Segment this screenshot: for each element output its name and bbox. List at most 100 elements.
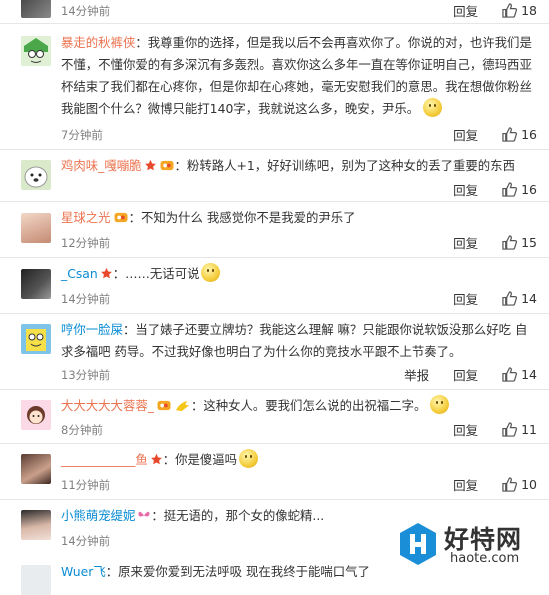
thumbs-up-icon: [502, 3, 518, 18]
comment-username[interactable]: _Csan: [61, 266, 98, 281]
thumbs-up-icon: [502, 367, 518, 382]
comment-item: 哼你一脸屎：当了婊子还要立牌坊？我能这么理解 嘛？只能跟你说软饭没那么好吃 自求…: [0, 314, 549, 390]
star-badge-icon: [100, 267, 112, 279]
avatar[interactable]: [21, 160, 51, 190]
comment-text: ：不知为什么 我感觉你不是我爱的尹乐了: [128, 210, 356, 225]
comment-time: 11分钟前: [61, 478, 111, 492]
reply-button[interactable]: 回复: [453, 233, 478, 252]
like-count: 15: [521, 235, 537, 250]
avatar[interactable]: [21, 269, 51, 299]
thumbs-up-icon: [502, 291, 518, 306]
comment-username[interactable]: Wuer飞: [61, 564, 106, 579]
thumbs-up-icon: [502, 235, 518, 250]
thumbs-up-icon: [502, 182, 518, 197]
avatar[interactable]: [21, 400, 51, 430]
comment-time: 14分钟前: [61, 4, 111, 18]
comment-item: 星球之光 ：不知为什么 我感觉你不是我爱的尹乐了 12分钟前 回复 15: [0, 202, 549, 258]
comment-username[interactable]: 鸡肉味_嘎嘣脆: [61, 158, 142, 173]
reply-button[interactable]: 回复: [453, 1, 478, 20]
cartoon-girl-avatar-icon: [21, 400, 51, 430]
cartoon-avatar-icon: [21, 36, 51, 66]
comment-text: ：这种女人。要我们怎么说的出祝福二字。: [190, 398, 427, 413]
comment-time: 12分钟前: [61, 236, 111, 250]
avatar[interactable]: [21, 565, 51, 595]
like-count: 14: [521, 291, 537, 306]
comment-text: ：当了婊子还要立牌坊？我能这么理解 嘛？只能跟你说软饭没那么好吃 自求多福吧 药…: [61, 322, 528, 359]
like-count: 16: [521, 182, 537, 197]
comment-time: 14分钟前: [61, 292, 111, 306]
avatar[interactable]: [21, 0, 51, 18]
comment-time: 14分钟前: [61, 534, 111, 548]
smile-emoji-icon: [423, 98, 443, 117]
smile-emoji-icon: [430, 395, 450, 414]
like-count: 14: [521, 367, 537, 382]
sparkle-badge-icon: [175, 400, 189, 412]
star-badge-icon: [150, 453, 162, 465]
comment-username[interactable]: 星球之光: [61, 210, 111, 225]
thumbs-up-icon: [502, 477, 518, 492]
like-button[interactable]: 11: [502, 422, 537, 437]
comment-username[interactable]: 暴走的秋裤侠: [61, 35, 135, 50]
report-button[interactable]: 举报: [404, 365, 429, 384]
like-button[interactable]: 14: [502, 291, 537, 306]
comment-username[interactable]: 哼你一脸屎: [61, 322, 123, 337]
reply-button[interactable]: 回复: [453, 180, 478, 199]
comment-actions: 回复 16: [429, 180, 537, 199]
smile-emoji-icon: [239, 449, 259, 468]
comment-item: 鸡肉味_嘎嘣脆 ：粉转路人+1，好好训练吧，别为了这种女的丢了重要的东西 回复 1…: [0, 150, 549, 202]
comment-item: ____________鱼 ：你是傻逼吗 11分钟前 回复 10: [0, 444, 549, 500]
thumbs-up-icon: [502, 422, 518, 437]
like-button[interactable]: 16: [502, 182, 537, 197]
thumbs-up-icon: [502, 127, 518, 142]
watermark-site: haote.com: [450, 551, 520, 566]
like-count: 10: [521, 477, 537, 492]
like-button[interactable]: 10: [502, 477, 537, 492]
comment-username[interactable]: ____________鱼: [61, 452, 148, 467]
like-count: 11: [521, 422, 537, 437]
like-button[interactable]: 16: [502, 127, 537, 142]
comment-item: 14分钟前 回复 18: [0, 0, 549, 24]
reply-button[interactable]: 回复: [453, 420, 478, 439]
haote-logo-icon: [400, 523, 436, 565]
comment-text: ：挺无语的，那个女的像蛇精...: [151, 508, 325, 523]
sponge-avatar-icon: [21, 324, 51, 354]
butterfly-badge-icon: [138, 511, 150, 517]
like-count: 16: [521, 127, 537, 142]
comment-item: _Csan ：……无话可说 14分钟前 回复 14: [0, 258, 549, 314]
reply-button[interactable]: 回复: [453, 289, 478, 308]
comment-actions: 举报 回复 14: [380, 365, 537, 384]
comment-actions: 回复 10: [429, 475, 537, 494]
comment-text: ：……无话可说: [112, 266, 200, 281]
avatar[interactable]: [21, 36, 51, 66]
comment-actions: 回复 14: [429, 289, 537, 308]
comment-actions: 回复 11: [429, 420, 537, 439]
comment-time: 8分钟前: [61, 423, 103, 437]
comment-item: 暴走的秋裤侠：我尊重你的选择，但是我以后不会再喜欢你了。你说的对，也许我们是不懂…: [0, 24, 549, 150]
comment-item: 大大大大大蓉蓉_ ：这种女人。要我们怎么说的出祝福二字。 8分钟前 回复 11: [0, 390, 549, 444]
avatar[interactable]: [21, 454, 51, 484]
vip-badge-icon: [114, 212, 128, 223]
like-button[interactable]: 15: [502, 235, 537, 250]
comment-username[interactable]: 大大大大大蓉蓉_: [61, 398, 154, 413]
site-watermark: 好特网 haote.com: [398, 520, 538, 570]
comment-actions: 回复 18: [429, 1, 537, 20]
star-badge-icon: [144, 159, 156, 171]
comment-username[interactable]: 小熊萌宠缇妮: [61, 508, 135, 523]
like-button[interactable]: 18: [502, 3, 537, 18]
vip-badge-icon: [160, 160, 174, 171]
smile-emoji-icon: [201, 263, 221, 282]
reply-button[interactable]: 回复: [453, 125, 478, 144]
comment-actions: 回复 15: [429, 233, 537, 252]
cartoon-dog-avatar-icon: [21, 160, 51, 190]
like-count: 18: [521, 3, 537, 18]
reply-button[interactable]: 回复: [453, 475, 478, 494]
avatar[interactable]: [21, 213, 51, 243]
avatar[interactable]: [21, 324, 51, 354]
avatar[interactable]: [21, 510, 51, 540]
like-button[interactable]: 14: [502, 367, 537, 382]
comment-actions: 回复 16: [429, 125, 537, 144]
comment-text: ：原来爱你爱到无法呼吸 现在我终于能喘口气了: [105, 564, 370, 579]
comment-text: ：粉转路人+1，好好训练吧，别为了这种女的丢了重要的东西: [174, 158, 515, 173]
reply-button[interactable]: 回复: [453, 365, 478, 384]
comment-time: 7分钟前: [61, 128, 103, 142]
